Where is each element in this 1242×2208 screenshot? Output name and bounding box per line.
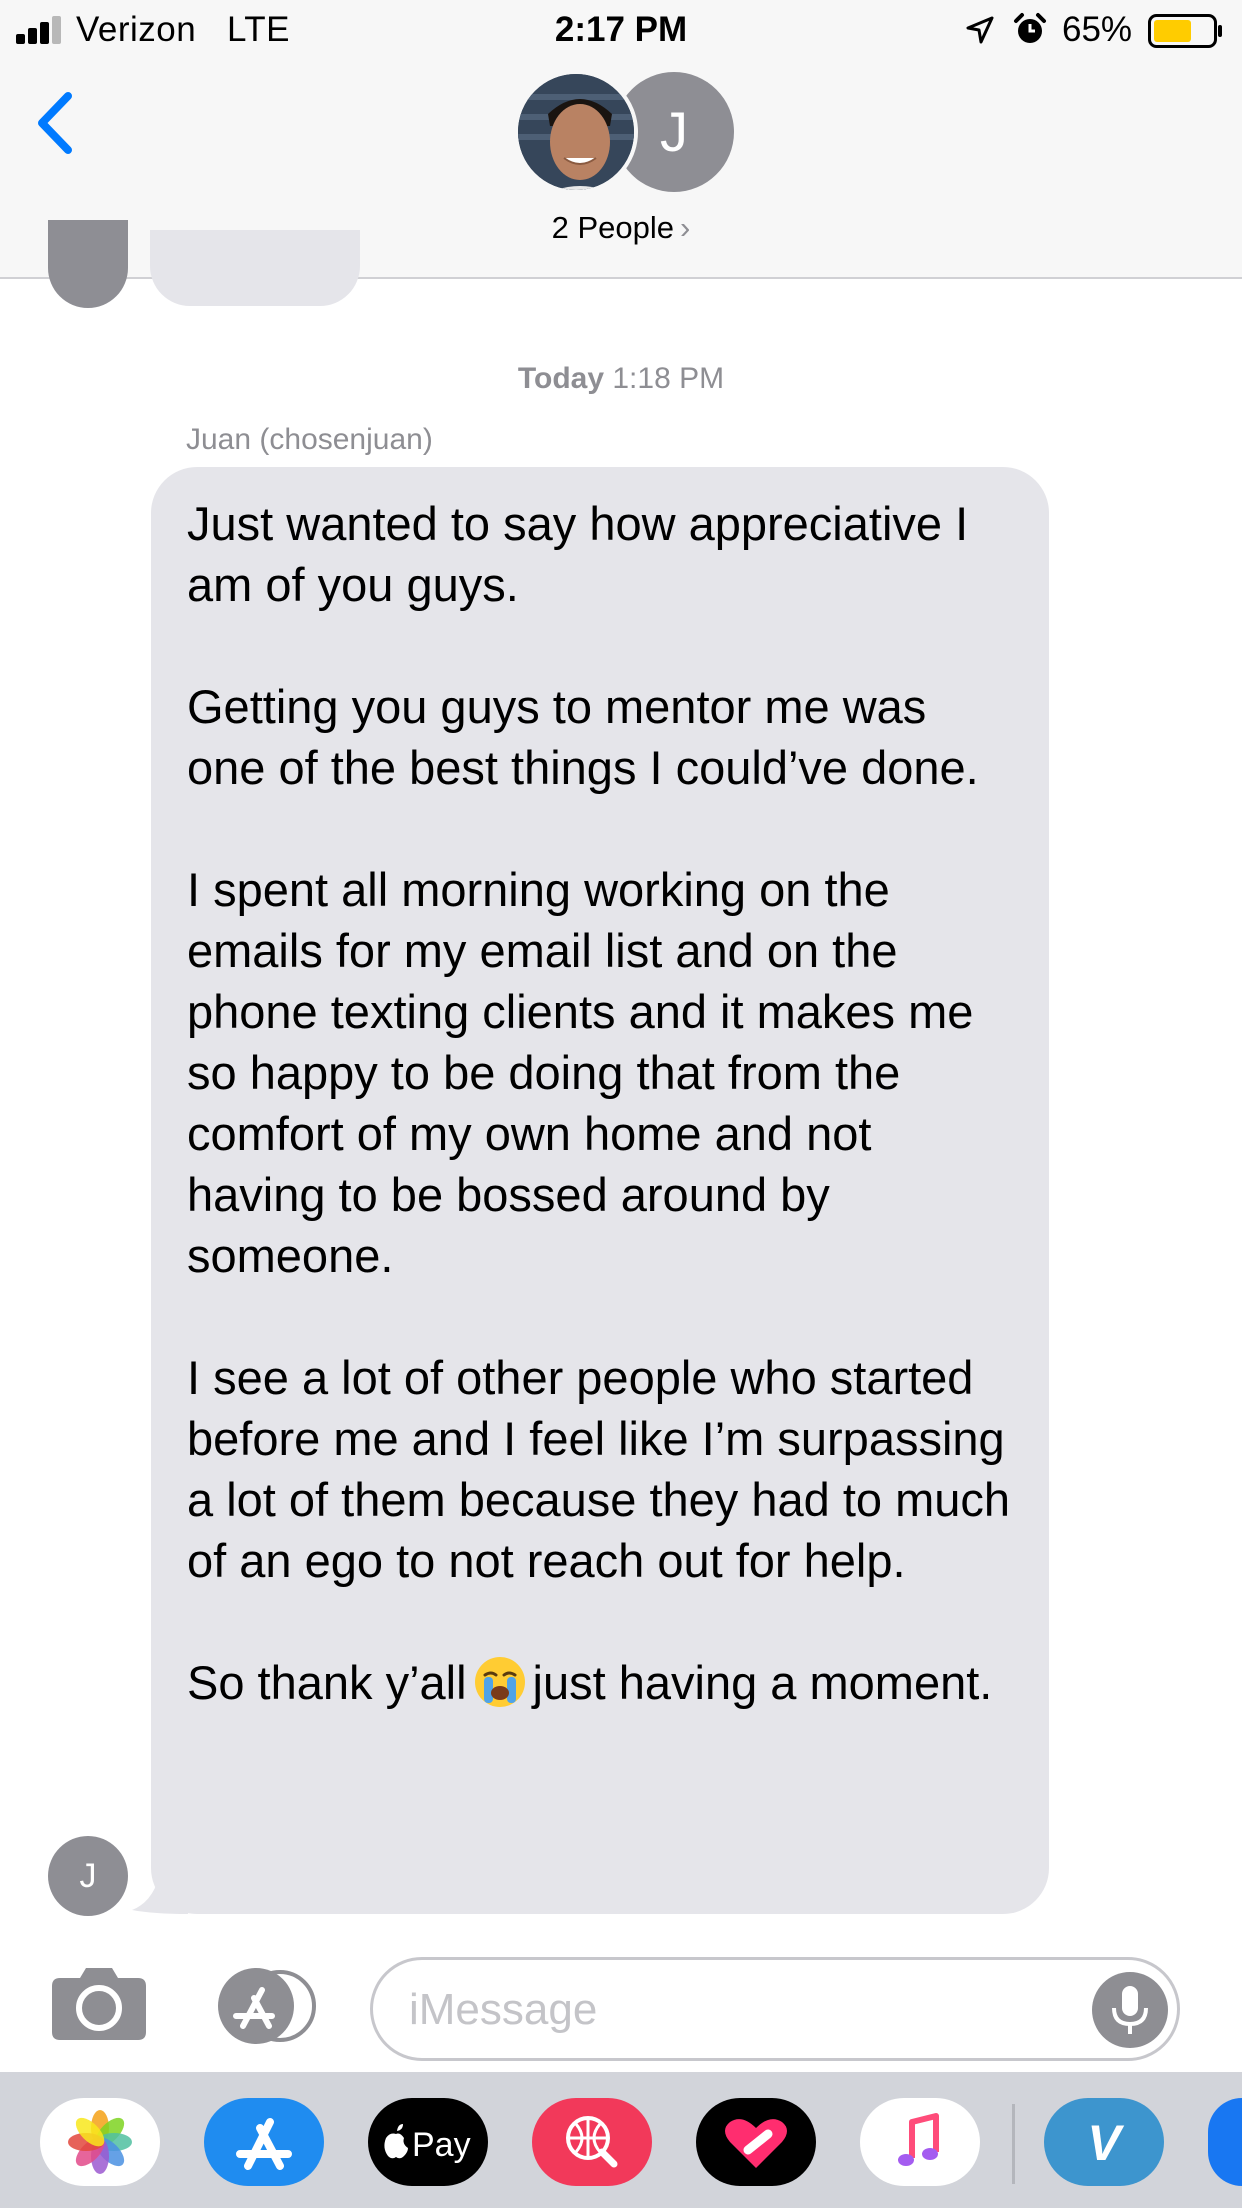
apple-pay-icon: Pay — [384, 2124, 471, 2164]
photos-icon — [68, 2110, 132, 2174]
previous-message-bubble[interactable] — [150, 230, 360, 306]
camera-icon[interactable] — [50, 1966, 148, 2042]
timestamp-time: 1:18 PM — [612, 362, 725, 395]
status-time: 2:17 PM — [554, 10, 688, 49]
apple-pay-label: Pay — [412, 2126, 471, 2164]
message-paragraph: Just wanted to say how appreciative I am… — [187, 497, 969, 611]
alarm-icon — [1014, 13, 1046, 43]
app-store-app-button[interactable] — [204, 2098, 324, 2186]
app-store-icon — [236, 2118, 292, 2170]
battery-icon — [1148, 14, 1222, 48]
status-bar: Verizon LTE 2:17 PM 65% — [0, 0, 1242, 60]
globe-search-icon — [566, 2116, 618, 2168]
message-bubble[interactable]: Just wanted to say how appreciative I am… — [151, 467, 1049, 1914]
group-avatar[interactable]: J — [514, 70, 734, 194]
message-input[interactable] — [409, 1978, 1049, 2042]
message-paragraph: I spent all morning working on the email… — [187, 863, 974, 1282]
message-text: So thank y’all — [187, 1656, 467, 1709]
photos-app-button[interactable] — [40, 2098, 160, 2186]
digital-touch-app-button[interactable] — [696, 2098, 816, 2186]
message-paragraph: Getting you guys to mentor me was one of… — [187, 680, 979, 794]
loudly-crying-face-emoji — [474, 1657, 525, 1707]
drawer-divider — [1012, 2104, 1015, 2184]
message-text: just having a moment. — [532, 1656, 993, 1709]
contact-photo-avatar — [514, 70, 638, 194]
message-paragraph: I see a lot of other people who started … — [187, 1351, 1011, 1587]
partial-app-button[interactable] — [1208, 2098, 1242, 2186]
music-app-button[interactable] — [860, 2098, 980, 2186]
sender-name: Juan (chosenjuan) — [186, 423, 433, 456]
participants-label: 2 People — [551, 210, 675, 245]
chevron-right-icon: › — [680, 210, 691, 245]
previous-message-avatar — [48, 220, 128, 308]
apple-pay-app-button[interactable]: Pay — [368, 2098, 488, 2186]
message-timestamp: Today 1:18 PM — [0, 362, 1242, 396]
venmo-app-button[interactable]: V — [1044, 2098, 1164, 2186]
digital-touch-heart-icon — [725, 2119, 787, 2168]
sender-avatar[interactable]: J — [48, 1836, 128, 1916]
message-paragraph: So thank y’all just having a moment. — [187, 1652, 1013, 1713]
microphone-icon — [1112, 1986, 1148, 2034]
app-drawer: Pay V — [0, 2072, 1242, 2208]
music-note-icon — [898, 2113, 939, 2166]
location-arrow-icon — [966, 16, 994, 44]
image-search-app-button[interactable] — [532, 2098, 652, 2186]
battery-percent: 65% — [1062, 10, 1133, 49]
timestamp-day: Today — [517, 362, 605, 395]
venmo-icon: V — [1087, 2115, 1124, 2171]
venmo-label: V — [1087, 2115, 1124, 2171]
message-field[interactable] — [370, 1957, 1180, 2061]
back-chevron-icon[interactable] — [30, 88, 80, 158]
microphone-button[interactable] — [1092, 1972, 1168, 2048]
app-store-icon[interactable] — [210, 1966, 320, 2046]
